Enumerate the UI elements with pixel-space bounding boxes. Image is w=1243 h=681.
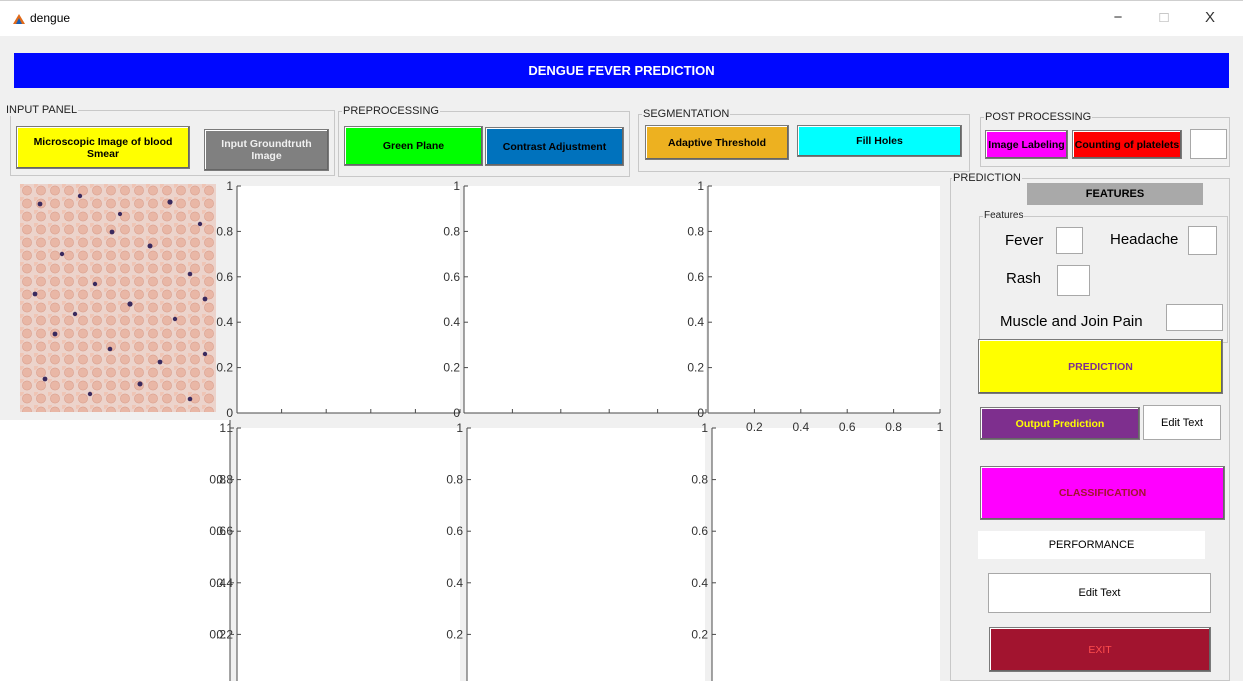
headache-field[interactable] xyxy=(1188,226,1217,255)
y-tick-label: 0.4 xyxy=(443,315,460,329)
y-tick-label: 0.6 xyxy=(687,270,704,284)
headache-label: Headache xyxy=(1110,231,1179,248)
fever-label: Fever xyxy=(1005,232,1044,249)
y-tick-label: 0 xyxy=(453,406,460,420)
muscle-joint-pain-field[interactable] xyxy=(1166,304,1223,331)
y-tick-label: 0.6 xyxy=(691,524,708,538)
y-tick-label: 0.8 xyxy=(691,473,708,487)
y-tick-label: 1 xyxy=(697,179,704,193)
x-tick-label: 0.8 xyxy=(885,420,902,434)
y-tick-label: 0.8 xyxy=(446,473,463,487)
prediction-button[interactable]: PREDICTION xyxy=(978,339,1223,394)
y-tick-label: 0.2 xyxy=(209,627,226,641)
y-tick-label: 0.8 xyxy=(443,224,460,238)
fever-field[interactable] xyxy=(1056,227,1083,254)
y-tick-label: 1 xyxy=(453,179,460,193)
y-tick-label: 0.6 xyxy=(443,270,460,284)
muscle-joint-pain-label: Muscle and Join Pain xyxy=(1000,313,1143,330)
y-tick-label: 0.6 xyxy=(216,270,233,284)
x-tick-label: 0.2 xyxy=(746,420,763,434)
y-tick-label: 1 xyxy=(226,179,233,193)
output-prediction-button[interactable]: Output Prediction xyxy=(980,407,1140,440)
y-tick-label: 0.2 xyxy=(687,361,704,375)
y-tick-label: 0 xyxy=(226,406,233,420)
y-tick-label: 0.4 xyxy=(216,315,233,329)
rash-field[interactable] xyxy=(1057,265,1090,296)
performance-label: PERFORMANCE xyxy=(978,531,1205,559)
y-tick-label: 0.2 xyxy=(691,627,708,641)
y-tick-label: 0.8 xyxy=(687,224,704,238)
y-tick-label: 0.2 xyxy=(443,361,460,375)
x-tick-label: 0.4 xyxy=(792,420,809,434)
classification-button[interactable]: CLASSIFICATION xyxy=(980,466,1225,520)
y-tick-label: 0.4 xyxy=(209,576,226,590)
y-tick-label: 1 xyxy=(701,421,708,435)
prediction-panel-title: PREDICTION xyxy=(952,172,1022,184)
y-tick-label: 0.4 xyxy=(691,576,708,590)
features-group-title: Features xyxy=(983,210,1025,221)
y-tick-label: 0.4 xyxy=(687,315,704,329)
performance-field[interactable]: Edit Text xyxy=(988,573,1211,613)
y-tick-label: 0.6 xyxy=(446,524,463,538)
y-tick-label: 0.2 xyxy=(446,627,463,641)
y-tick-label: 0.2 xyxy=(216,361,233,375)
x-tick-label: 0.6 xyxy=(839,420,856,434)
y-tick-label: 0.8 xyxy=(209,473,226,487)
y-tick-label: 0.6 xyxy=(209,524,226,538)
output-prediction-field[interactable]: Edit Text xyxy=(1143,405,1221,440)
rash-label: Rash xyxy=(1006,270,1042,287)
y-tick-label: 0.4 xyxy=(446,576,463,590)
features-header: FEATURES xyxy=(1027,183,1203,205)
exit-button[interactable]: EXIT xyxy=(989,627,1211,672)
y-tick-label: 1 xyxy=(456,421,463,435)
y-tick-label: 0.8 xyxy=(216,224,233,238)
y-tick-label: 0 xyxy=(697,406,704,420)
y-tick-label: 1 xyxy=(219,421,226,435)
x-tick-label: 1 xyxy=(937,420,944,434)
